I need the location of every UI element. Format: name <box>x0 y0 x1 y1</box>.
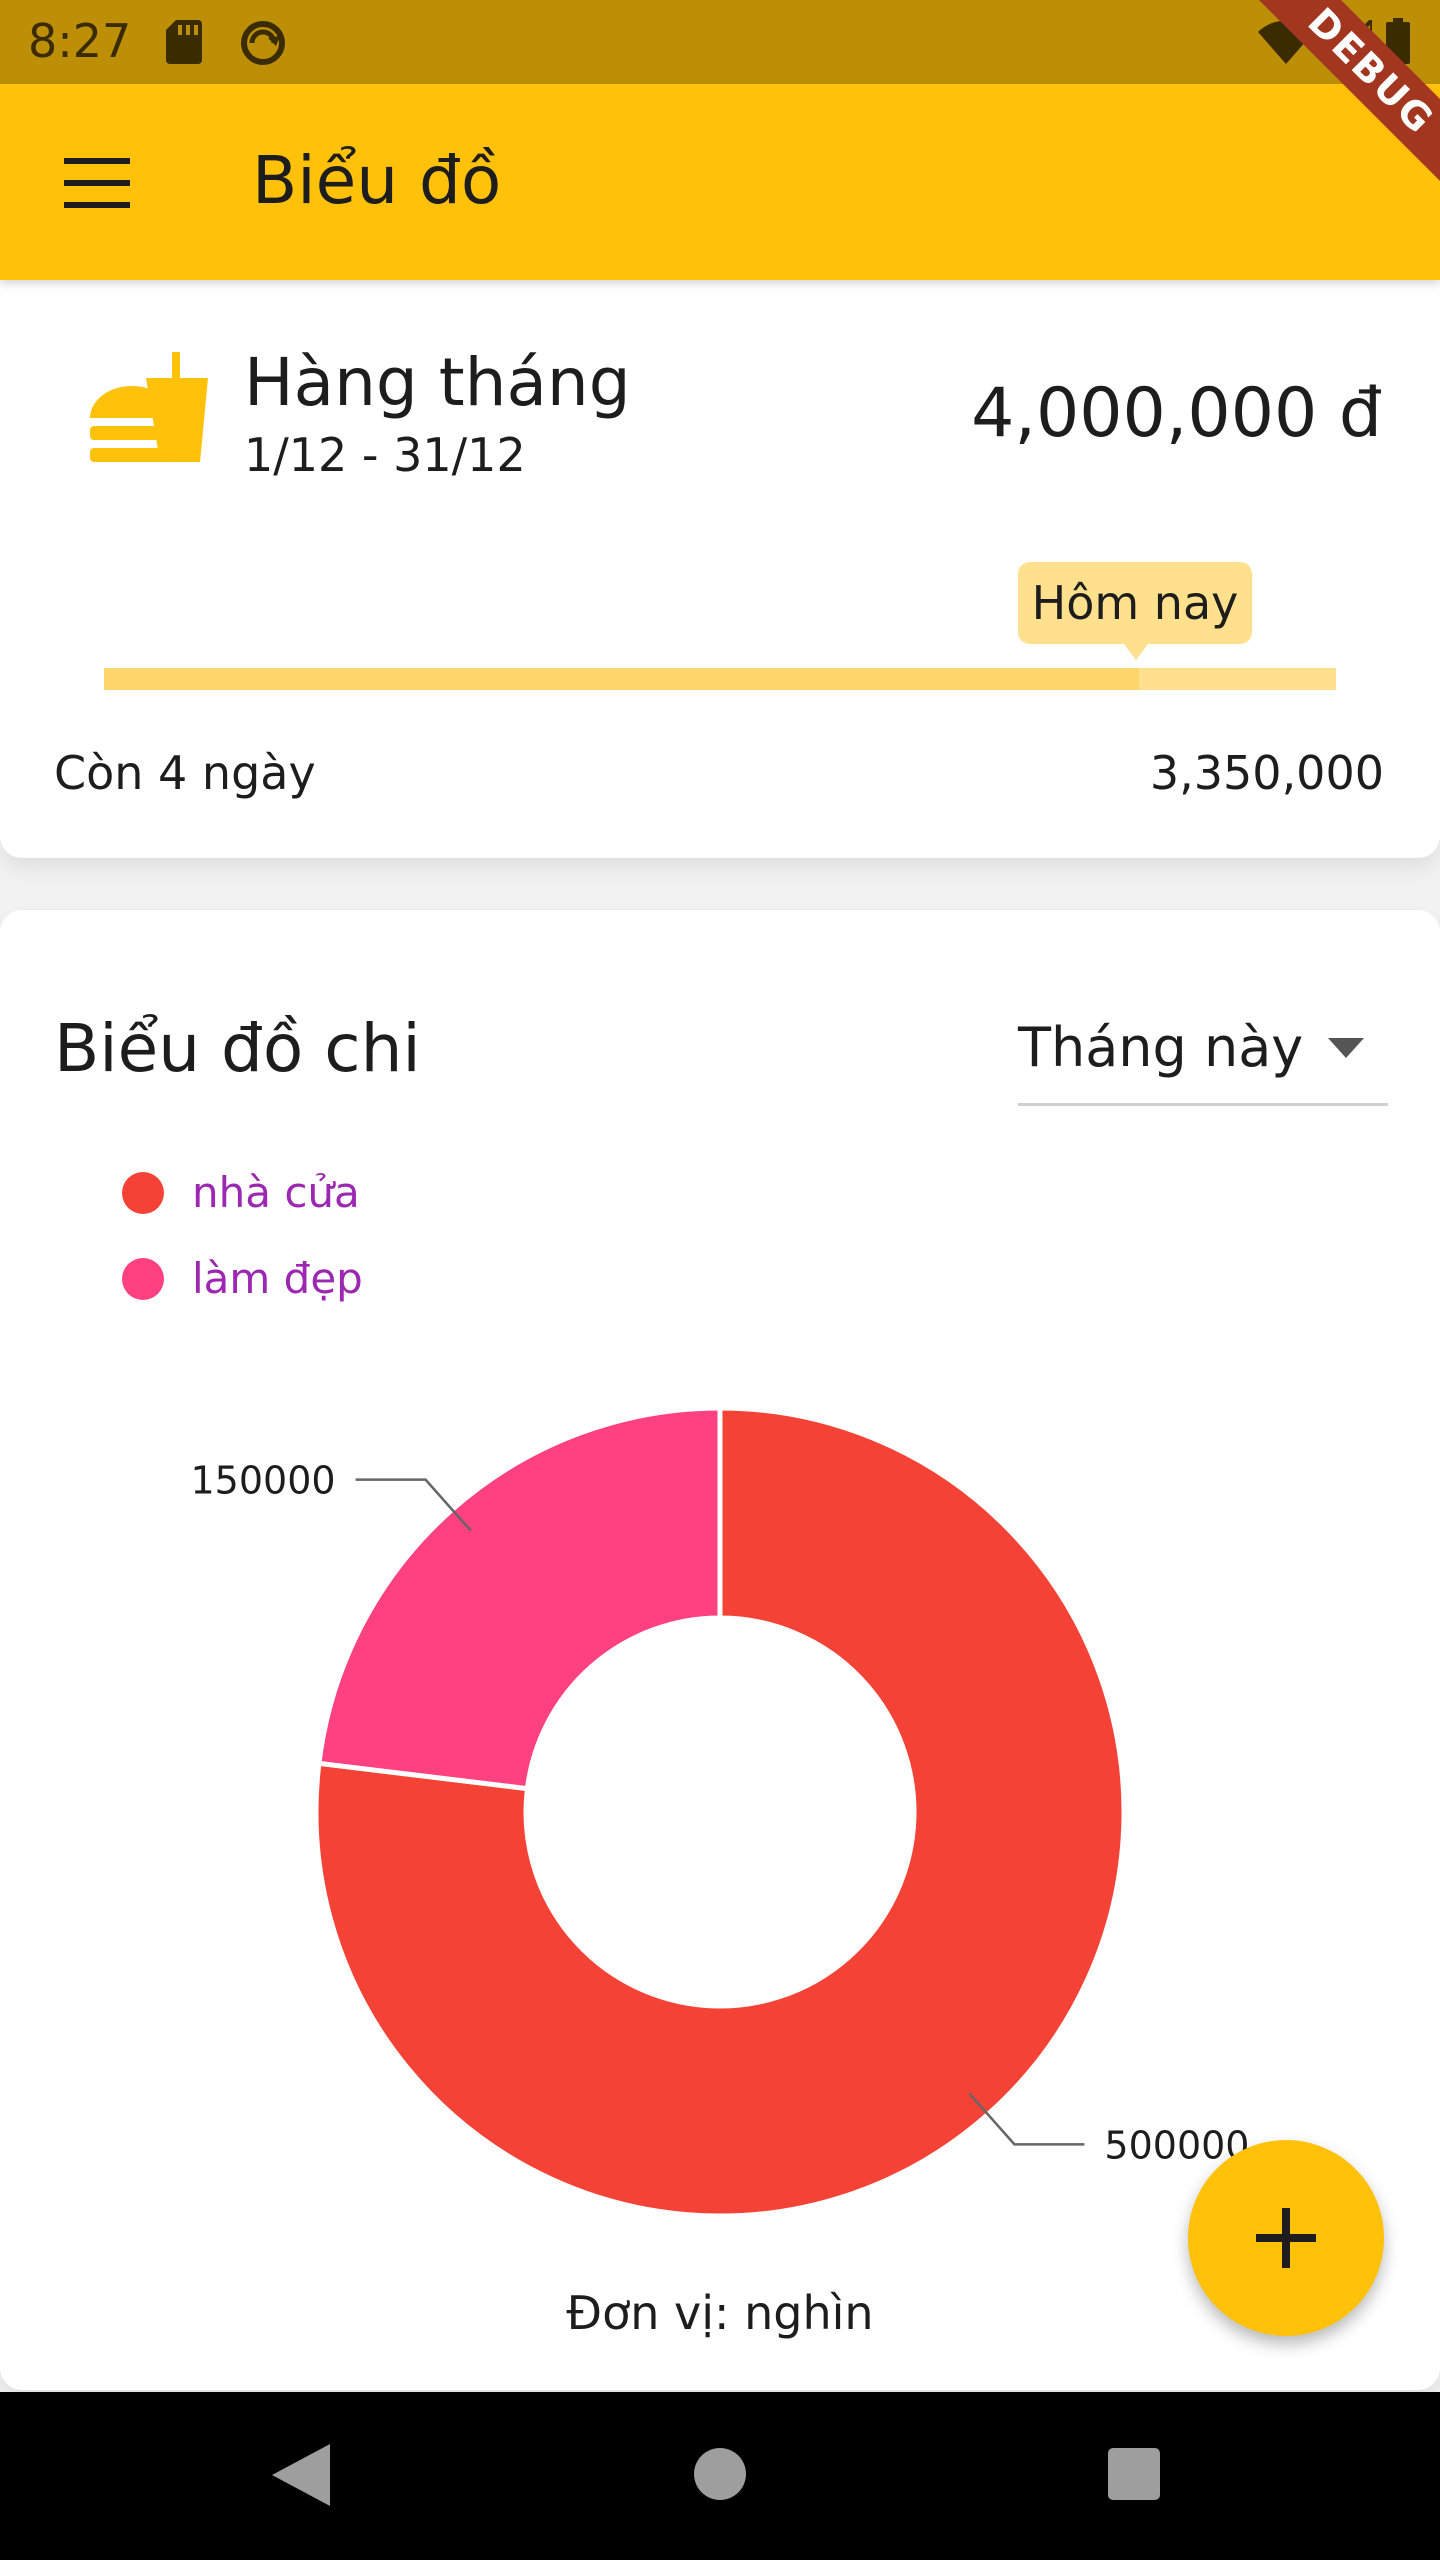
recent-apps-icon[interactable] <box>1108 2448 1160 2500</box>
legend-label: làm đẹp <box>192 1254 363 1303</box>
chart-title: Biểu đồ chi <box>54 1010 421 1087</box>
today-marker: Hôm nay <box>1018 562 1252 660</box>
navigation-bar <box>0 2392 1440 2560</box>
sync-icon <box>241 21 285 65</box>
status-bar: 8:27 <box>0 0 1440 84</box>
sd-card-icon <box>166 20 202 64</box>
legend-label: nhà cửa <box>192 1168 360 1217</box>
page-title: Biểu đồ <box>252 142 502 219</box>
budget-amount: 4,000,000 đ <box>971 374 1382 453</box>
app-bar: Biểu đồ <box>0 84 1440 280</box>
home-icon[interactable] <box>694 2448 746 2500</box>
legend-marker <box>122 1258 164 1300</box>
menu-icon[interactable] <box>64 158 130 208</box>
budget-progress-bar <box>104 668 1336 690</box>
add-button[interactable] <box>1188 2140 1384 2336</box>
legend-marker <box>122 1172 164 1214</box>
plus-icon <box>1256 2208 1316 2268</box>
remaining-days: Còn 4 ngày <box>54 746 316 800</box>
period-dropdown[interactable]: Tháng này <box>1018 1004 1388 1106</box>
budget-progress-fill <box>104 668 1139 690</box>
remaining-amount: 3,350,000 <box>1149 746 1384 800</box>
chevron-down-icon <box>1328 1038 1364 1058</box>
budget-period: Hàng tháng <box>244 344 631 421</box>
period-dropdown-value: Tháng này <box>1018 1016 1304 1079</box>
budget-date-range: 1/12 - 31/12 <box>244 428 526 482</box>
back-icon[interactable] <box>272 2444 330 2506</box>
status-time: 8:27 <box>28 14 132 68</box>
fast-food-icon <box>90 352 208 462</box>
